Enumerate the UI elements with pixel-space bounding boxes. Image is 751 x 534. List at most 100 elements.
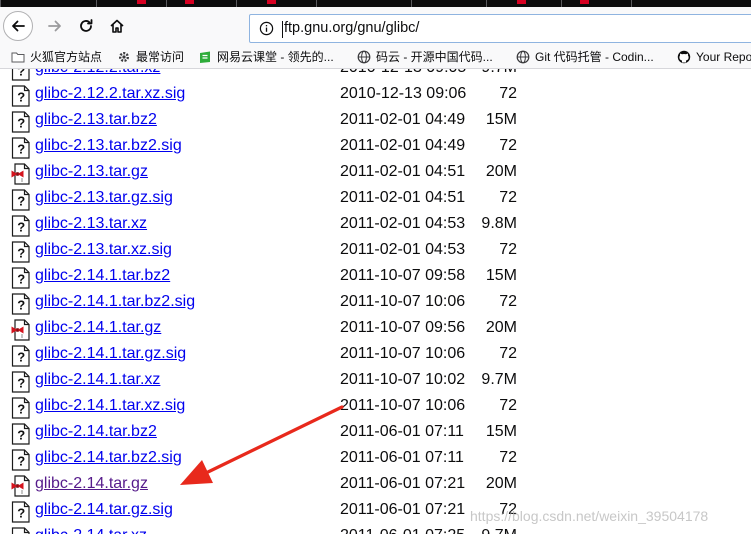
file-link[interactable]: glibc-2.13.tar.xz <box>35 215 147 233</box>
file-link[interactable]: glibc-2.13.tar.xz.sig <box>35 241 172 259</box>
file-icon: ? <box>11 69 31 81</box>
svg-text:?: ? <box>17 350 25 365</box>
file-size: 72 <box>499 241 517 258</box>
svg-text:?: ? <box>17 142 25 157</box>
address-bar[interactable]: ftp.gnu.org/gnu/glibc/ <box>249 14 751 43</box>
home-icon <box>110 19 124 33</box>
gear-icon <box>119 51 129 62</box>
bookmark-label: Git 代码托管 - Codin... <box>535 50 654 64</box>
file-size: 15M <box>485 267 517 284</box>
bookmark-item[interactable]: Your Repo <box>677 48 751 65</box>
file-size: 15M <box>485 111 517 128</box>
svg-text:?: ? <box>17 272 25 287</box>
file-row: ? glibc-2.14.tar.bz2 2011-06-01 07:11 15… <box>0 421 751 447</box>
info-icon[interactable] <box>259 21 274 36</box>
file-icon: ? <box>11 397 31 419</box>
bookmark-item[interactable]: 火狐官方站点 <box>11 48 102 65</box>
browser-tab[interactable] <box>316 0 411 7</box>
file-icon: ? <box>11 423 31 445</box>
file-link[interactable]: glibc-2.13.tar.gz <box>35 163 148 181</box>
file-date: 2011-06-01 07:11 <box>340 449 464 466</box>
bookmarks-toolbar: 火狐官方站点 最常访问 网易云课堂 - 领先的... 码云 - 开源中国代码..… <box>0 44 751 69</box>
file-size: 9.7M <box>481 371 517 388</box>
watermark-text: https://blog.csdn.net/weixin_39504178 <box>470 508 709 524</box>
tab-favicon-icon <box>517 0 526 4</box>
browser-tab[interactable] <box>486 0 561 7</box>
file-row: ? glibc-2.14.tar.xz 2011-06-01 07:25 9.7… <box>0 525 751 534</box>
file-date: 2011-10-07 10:06 <box>340 293 466 310</box>
browser-tab[interactable] <box>166 0 236 7</box>
file-date: 2011-02-01 04:51 <box>340 189 466 206</box>
file-size: 20M <box>485 475 517 492</box>
file-link[interactable]: glibc-2.14.1.tar.gz.sig <box>35 345 186 363</box>
svg-text:?: ? <box>17 298 25 313</box>
bookmark-item[interactable]: 码云 - 开源中国代码... <box>357 48 493 65</box>
file-link[interactable]: glibc-2.14.tar.gz.sig <box>35 501 173 519</box>
file-link[interactable]: glibc-2.14.tar.gz <box>35 475 148 493</box>
svg-text:?: ? <box>17 116 25 131</box>
svg-text:?: ? <box>17 428 25 443</box>
svg-text:?: ? <box>17 69 25 79</box>
file-link[interactable]: glibc-2.12.2.tar.xz.sig <box>35 85 185 103</box>
browser-tab[interactable] <box>561 0 631 7</box>
forward-arrow-icon <box>48 20 61 32</box>
file-row: ? glibc-2.13.tar.xz.sig 2011-02-01 04:53… <box>0 239 751 265</box>
file-link[interactable]: glibc-2.14.1.tar.bz2.sig <box>35 293 195 311</box>
bookmark-item[interactable]: Git 代码托管 - Codin... <box>516 48 654 65</box>
globe-icon <box>357 50 371 63</box>
file-link[interactable]: glibc-2.14.tar.xz <box>35 527 147 534</box>
folder-icon <box>11 52 25 62</box>
file-row: ? glibc-2.14.1.tar.gz.sig 2011-10-07 10:… <box>0 343 751 369</box>
browser-tab[interactable] <box>631 0 713 7</box>
file-date: 2011-02-01 04:53 <box>340 241 466 258</box>
reload-icon <box>80 19 93 32</box>
file-size: 9.7M <box>481 69 517 77</box>
back-button[interactable] <box>3 11 33 41</box>
file-link[interactable]: glibc-2.13.tar.bz2 <box>35 111 157 129</box>
browser-tab[interactable] <box>236 0 316 7</box>
file-link[interactable]: glibc-2.14.tar.bz2.sig <box>35 449 182 467</box>
svg-text:?: ? <box>17 194 25 209</box>
bookmark-item[interactable]: 最常访问 <box>117 48 184 65</box>
file-date: 2011-02-01 04:49 <box>340 137 466 154</box>
file-icon: ? <box>11 137 31 159</box>
reload-button[interactable] <box>71 11 101 41</box>
file-date: 2010-12-13 09:05 <box>340 69 466 77</box>
file-link[interactable]: glibc-2.14.1.tar.xz.sig <box>35 397 185 415</box>
browser-tab[interactable] <box>96 0 166 7</box>
file-date: 2011-10-07 09:56 <box>340 319 466 336</box>
file-row: glibc-2.14.1.tar.gz 2011-10-07 09:56 20M <box>0 317 751 343</box>
file-icon: ? <box>11 85 31 107</box>
file-icon: ? <box>11 267 31 289</box>
tab-favicon-icon <box>185 0 194 4</box>
file-row: ? glibc-2.13.tar.bz2 2011-02-01 04:49 15… <box>0 109 751 135</box>
file-icon: ? <box>11 111 31 133</box>
file-date: 2011-10-07 10:02 <box>340 371 466 388</box>
file-link[interactable]: glibc-2.12.2.tar.xz <box>35 69 160 77</box>
forward-button[interactable] <box>40 11 70 41</box>
home-button[interactable] <box>102 11 132 41</box>
file-row: ? glibc-2.14.1.tar.xz 2011-10-07 10:02 9… <box>0 369 751 395</box>
file-size: 72 <box>499 85 517 102</box>
file-link[interactable]: glibc-2.14.1.tar.xz <box>35 371 160 389</box>
archive-icon <box>11 475 31 497</box>
url-text[interactable]: ftp.gnu.org/gnu/glibc/ <box>284 20 419 36</box>
browser-tab[interactable] <box>411 0 486 7</box>
file-link[interactable]: glibc-2.13.tar.bz2.sig <box>35 137 182 155</box>
file-date: 2011-10-07 10:06 <box>340 397 466 414</box>
file-link[interactable]: glibc-2.14.1.tar.bz2 <box>35 267 170 285</box>
file-icon: ? <box>11 501 31 523</box>
file-size: 20M <box>485 319 517 336</box>
file-date: 2011-10-07 09:58 <box>340 267 466 284</box>
file-date: 2011-10-07 10:06 <box>340 345 466 362</box>
file-link[interactable]: glibc-2.13.tar.gz.sig <box>35 189 173 207</box>
bookmark-item[interactable]: 网易云课堂 - 领先的... <box>198 48 334 65</box>
file-link[interactable]: glibc-2.14.tar.bz2 <box>35 423 157 441</box>
file-row: ? glibc-2.14.1.tar.xz.sig 2011-10-07 10:… <box>0 395 751 421</box>
file-link[interactable]: glibc-2.14.1.tar.gz <box>35 319 161 337</box>
svg-text:?: ? <box>17 376 25 391</box>
file-row: ? glibc-2.12.2.tar.xz 2010-12-13 09:05 9… <box>0 69 751 83</box>
tab-favicon-icon <box>267 0 276 4</box>
tab-strip <box>0 0 751 7</box>
browser-tab[interactable] <box>0 0 48 7</box>
